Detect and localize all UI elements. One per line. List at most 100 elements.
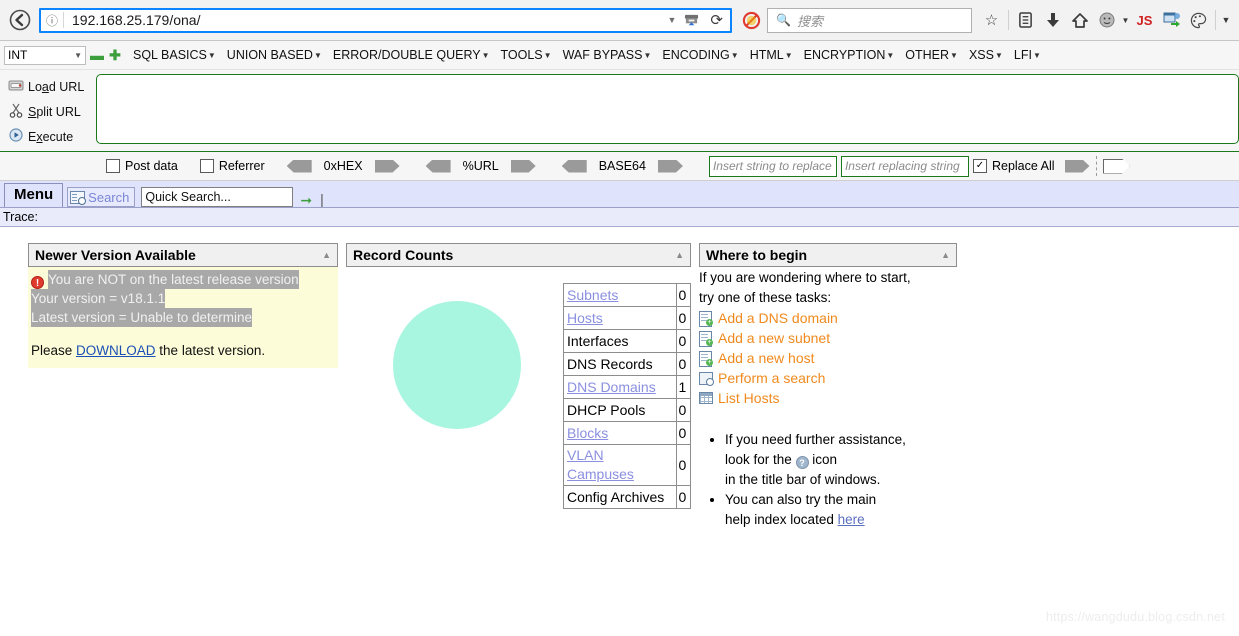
blocked-icon[interactable] bbox=[738, 7, 765, 34]
account-caret-icon[interactable]: ▼ bbox=[1120, 7, 1131, 34]
download-link[interactable]: DOWNLOAD bbox=[76, 343, 156, 358]
bookmark-star-icon[interactable]: ☆ bbox=[978, 7, 1005, 34]
theme-palette-icon[interactable] bbox=[1185, 7, 1212, 34]
plus-icon[interactable]: ✚ bbox=[108, 48, 122, 62]
encoder-group-url: %URL bbox=[425, 159, 536, 173]
hackbar-menu-xss[interactable]: XSS▼ bbox=[969, 48, 1003, 62]
panel-title: Where to begin bbox=[706, 247, 808, 263]
download-prompt: Please DOWNLOAD the latest version. bbox=[31, 341, 338, 360]
menu-label: TOOLS bbox=[500, 48, 543, 62]
watermark: https://wangdudu.blog.csdn.net bbox=[1045, 610, 1225, 624]
palette-glyph bbox=[1190, 12, 1207, 28]
collapse-icon[interactable]: ▲ bbox=[941, 250, 950, 260]
list-item: If you need further assistance, look for… bbox=[725, 430, 957, 490]
vlan-campuses-link[interactable]: VLAN Campuses bbox=[567, 447, 634, 482]
url-text: 192.168.25.179/ona/ bbox=[72, 12, 201, 28]
subnets-link[interactable]: Subnets bbox=[567, 287, 618, 303]
panel-row: Newer Version Available ▲ ! You are NOT o… bbox=[0, 243, 1239, 530]
hackbar-menu-lfi[interactable]: LFI▼ bbox=[1014, 48, 1041, 62]
record-label-cell: DNS Domains bbox=[563, 375, 677, 399]
address-bar[interactable]: ⓘ 192.168.25.179/ona/ ▼ ⟳ bbox=[39, 7, 732, 33]
help-index-link[interactable]: here bbox=[838, 512, 865, 527]
chevron-down-icon[interactable]: ▼ bbox=[664, 15, 681, 25]
minus-icon[interactable]: ▬ bbox=[90, 48, 104, 62]
hackbar-menu-other[interactable]: OTHER▼ bbox=[905, 48, 958, 62]
post-data-checkbox[interactable]: Post data bbox=[106, 159, 178, 173]
ona-menu-tab[interactable]: Menu bbox=[4, 183, 64, 207]
replace-all-checkbox[interactable]: ✓ Replace All bbox=[972, 159, 1055, 173]
chevron-down-icon: ▼ bbox=[543, 51, 552, 61]
hackbar-menu-encryption[interactable]: ENCRYPTION▼ bbox=[804, 48, 895, 62]
panel-body: If you are wondering where to start, try… bbox=[699, 267, 957, 530]
browser-search-box[interactable]: 🔍 搜索 bbox=[767, 7, 972, 33]
load-url-icon bbox=[4, 79, 28, 95]
table-row[interactable]: Blocks 0 bbox=[563, 421, 692, 445]
quick-search-input[interactable]: Quick Search... bbox=[141, 187, 294, 207]
record-label-cell: VLAN Campuses bbox=[563, 444, 677, 486]
split-url-button[interactable]: Split URL bbox=[4, 99, 96, 124]
load-url-button[interactable]: Load URL bbox=[4, 74, 96, 99]
table-row[interactable]: Subnets 0 bbox=[563, 283, 692, 307]
site-info-icon[interactable]: ⓘ bbox=[41, 12, 63, 29]
task-add-dns-domain[interactable]: + Add a DNS domain bbox=[699, 308, 957, 328]
account-glyph bbox=[1099, 12, 1114, 28]
replace-from-input[interactable]: Insert string to replace bbox=[708, 155, 837, 177]
load-url-glyph bbox=[8, 80, 24, 90]
replace-apply-button[interactable] bbox=[1064, 159, 1090, 173]
execute-button[interactable]: Execute bbox=[4, 124, 96, 149]
hackbar-menu-error-double-query[interactable]: ERROR/DOUBLE QUERY▼ bbox=[333, 48, 490, 62]
reload-icon[interactable]: ⟳ bbox=[703, 11, 730, 29]
hosts-link[interactable]: Hosts bbox=[567, 310, 603, 326]
add-document-icon: + bbox=[699, 350, 718, 367]
your-version-row: Your version = v18.1.1 bbox=[31, 289, 338, 308]
decode-base64-button[interactable] bbox=[561, 159, 587, 173]
url-label: %URL bbox=[462, 159, 499, 173]
hackbar-menu-tools[interactable]: TOOLS▼ bbox=[501, 48, 552, 62]
library-icon[interactable] bbox=[1012, 7, 1039, 34]
pocket-icon[interactable] bbox=[680, 13, 703, 28]
hackbar-icon[interactable] bbox=[1158, 7, 1185, 34]
account-icon[interactable] bbox=[1093, 7, 1120, 34]
panel-header: Newer Version Available ▲ bbox=[28, 243, 338, 267]
download-prompt-pre: Please bbox=[31, 343, 77, 358]
collapse-icon[interactable]: ▲ bbox=[675, 250, 684, 260]
task-add-new-host[interactable]: + Add a new host bbox=[699, 348, 957, 368]
encode-hex-button[interactable] bbox=[374, 159, 400, 173]
hackbar-menu-sql-basics[interactable]: SQL BASICS▼ bbox=[133, 48, 216, 62]
ona-search-button[interactable]: Search bbox=[67, 187, 136, 207]
dns-domains-link[interactable]: DNS Domains bbox=[567, 379, 656, 395]
library-glyph bbox=[1019, 12, 1032, 28]
collapse-icon[interactable]: ▲ bbox=[322, 250, 331, 260]
task-perform-a-search[interactable]: Perform a search bbox=[699, 368, 957, 388]
blocks-link[interactable]: Blocks bbox=[567, 425, 608, 441]
green-arrow-icon[interactable]: ➞ bbox=[300, 193, 312, 207]
hackbar-request-textarea[interactable] bbox=[96, 74, 1239, 144]
hackbar-menu-html[interactable]: HTML▼ bbox=[750, 48, 793, 62]
replace-to-input[interactable]: Insert replacing string bbox=[840, 155, 969, 177]
referrer-checkbox[interactable]: Referrer bbox=[199, 159, 265, 173]
table-row[interactable]: DNS Domains 1 bbox=[563, 375, 692, 399]
decode-url-button[interactable] bbox=[425, 159, 451, 173]
downloads-icon[interactable] bbox=[1039, 7, 1066, 34]
replace-revert-button[interactable] bbox=[1102, 158, 1130, 174]
home-icon[interactable] bbox=[1066, 7, 1093, 34]
decode-hex-button[interactable] bbox=[286, 159, 312, 173]
hackbar-type-select[interactable]: INT ▼ bbox=[4, 45, 86, 65]
record-count-cell: 0 bbox=[675, 421, 692, 445]
javascript-switcher-icon[interactable]: JS bbox=[1131, 7, 1158, 34]
hackbar-menu-waf-bypass[interactable]: WAF BYPASS▼ bbox=[563, 48, 652, 62]
hackbar-menu-union-based[interactable]: UNION BASED▼ bbox=[227, 48, 322, 62]
task-label: Add a new host bbox=[718, 350, 815, 366]
encode-url-button[interactable] bbox=[510, 159, 536, 173]
table-row[interactable]: VLAN Campuses 0 bbox=[563, 444, 692, 486]
table-row[interactable]: Hosts 0 bbox=[563, 306, 692, 330]
hex-label: 0xHEX bbox=[323, 159, 363, 173]
task-list-hosts[interactable]: List Hosts bbox=[699, 388, 957, 408]
back-button[interactable] bbox=[6, 7, 33, 34]
record-counts-table: Subnets 0 Hosts 0 Interfaces 0 DNS Records 0… bbox=[563, 283, 692, 509]
encode-base64-button[interactable] bbox=[657, 159, 683, 173]
task-add-new-subnet[interactable]: + Add a new subnet bbox=[699, 328, 957, 348]
hackbar-menu-encoding[interactable]: ENCODING▼ bbox=[662, 48, 738, 62]
overflow-menu-icon[interactable]: ▼ bbox=[1219, 7, 1233, 34]
menu-label: SQL BASICS bbox=[133, 48, 207, 62]
